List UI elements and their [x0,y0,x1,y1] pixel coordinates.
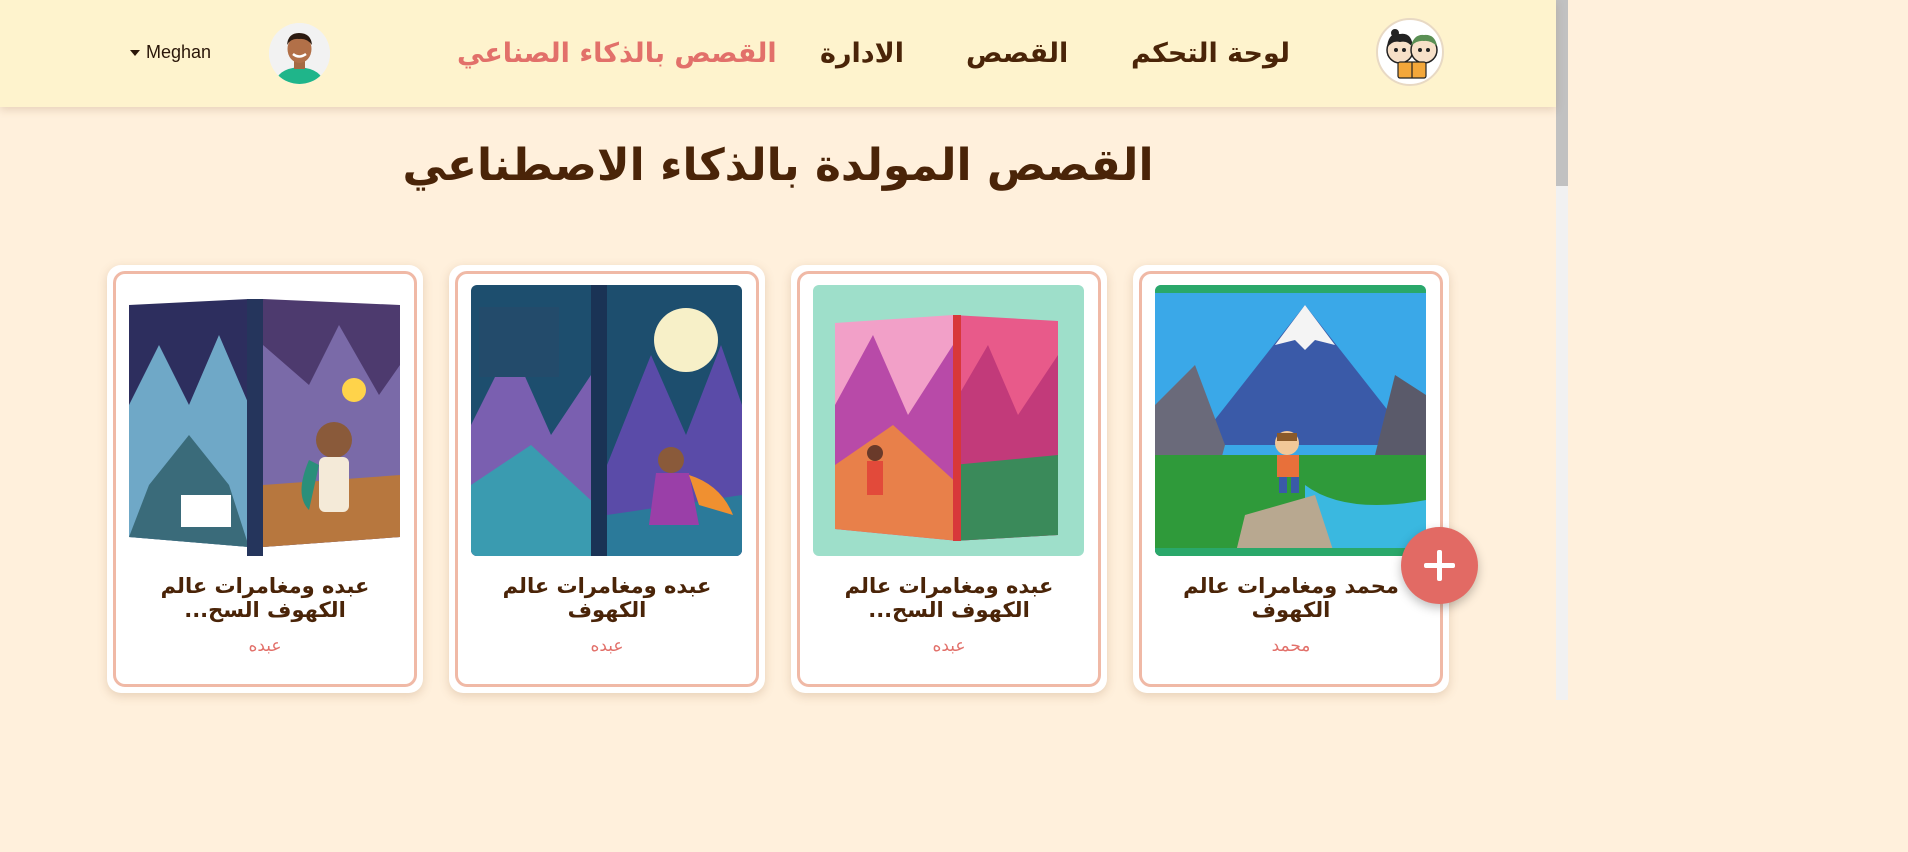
add-story-button[interactable] [1401,527,1478,604]
story-card[interactable]: عبده ومغامرات عالم الكهوف السح... عبده [791,265,1107,693]
app-logo[interactable] [1376,18,1444,86]
story-cover-image [813,285,1084,556]
story-cover-image [1155,285,1426,556]
user-name: Meghan [146,42,212,62]
story-author: عبده [590,636,624,656]
scrollbar-thumb[interactable] [1556,0,1568,186]
book-cover-cave-hero-icon [129,285,400,556]
nav-management[interactable]: الادارة [820,36,904,72]
story-cover-image [129,285,400,556]
story-card[interactable]: محمد ومغامرات عالم الكهوف محمد [1133,265,1449,693]
top-navbar: لوحة التحكم القصص الادارة القصص بالذكاء … [0,0,1556,107]
story-card-frame: عبده ومغامرات عالم الكهوف عبده [455,271,759,687]
book-mockup-colorful-mountains-icon [813,285,1084,556]
story-title: محمد ومغامرات عالم الكهوف [1183,574,1399,622]
story-cover-image [471,285,742,556]
user-photo-icon [269,23,330,84]
book-cover-mountain-girl-icon [471,285,742,556]
caret-down-icon [130,49,140,56]
user-menu-dropdown[interactable]: Meghan [130,42,211,63]
story-title: عبده ومغامرات عالم الكهوف السح... [844,574,1054,622]
story-author: عبده [932,636,966,656]
pixel-art-mountain-boy-icon [1155,285,1426,556]
story-card-frame: عبده ومغامرات عالم الكهوف السح... عبده [113,271,417,687]
story-author: عبده [248,636,282,656]
story-card-frame: محمد ومغامرات عالم الكهوف محمد [1139,271,1443,687]
page-title: القصص المولدة بالذكاء الاصطناعي [402,140,1154,191]
story-card[interactable]: عبده ومغامرات عالم الكهوف عبده [449,265,765,693]
story-card[interactable]: عبده ومغامرات عالم الكهوف السح... عبده [107,265,423,693]
story-card-frame: عبده ومغامرات عالم الكهوف السح... عبده [797,271,1101,687]
nav-dashboard[interactable]: لوحة التحكم [1131,36,1290,72]
story-title: عبده ومغامرات عالم الكهوف [502,574,712,622]
story-author: محمد [1271,636,1311,656]
story-title: عبده ومغامرات عالم الكهوف السح... [160,574,370,622]
kids-reading-logo-icon [1386,29,1438,79]
nav-stories[interactable]: القصص [966,36,1068,72]
nav-ai-stories[interactable]: القصص بالذكاء الصناعي [457,36,777,72]
user-avatar[interactable] [269,23,330,84]
